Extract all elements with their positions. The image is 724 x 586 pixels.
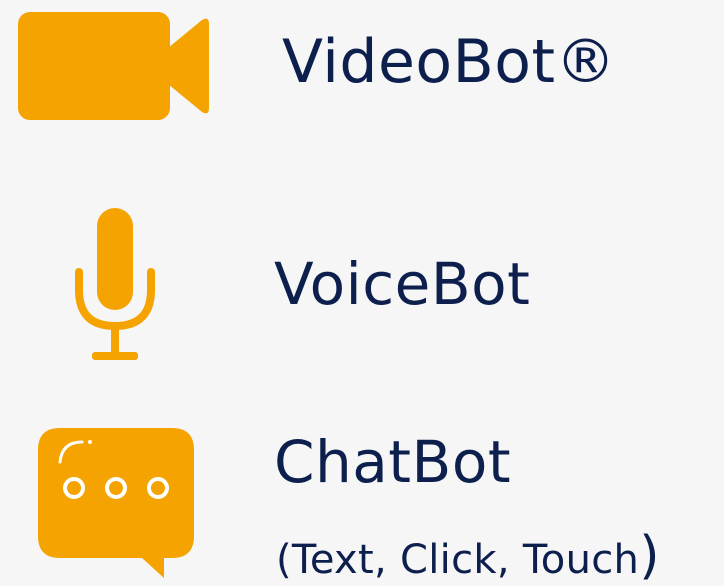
video-camera-icon xyxy=(18,12,210,120)
chatbot-sublabel-close-paren: ) xyxy=(639,526,660,586)
chat-bubble-icon xyxy=(38,428,194,580)
videobot-label: VideoBot® xyxy=(282,27,617,97)
microphone-icon xyxy=(70,208,160,362)
chatbot-sublabel-text: (Text, Click, Touch xyxy=(276,537,640,583)
chatbot-label: ChatBot xyxy=(274,428,512,496)
chatbot-sublabel: (Text, Click, Touch) xyxy=(276,530,660,582)
voicebot-label: VoiceBot xyxy=(274,250,531,318)
